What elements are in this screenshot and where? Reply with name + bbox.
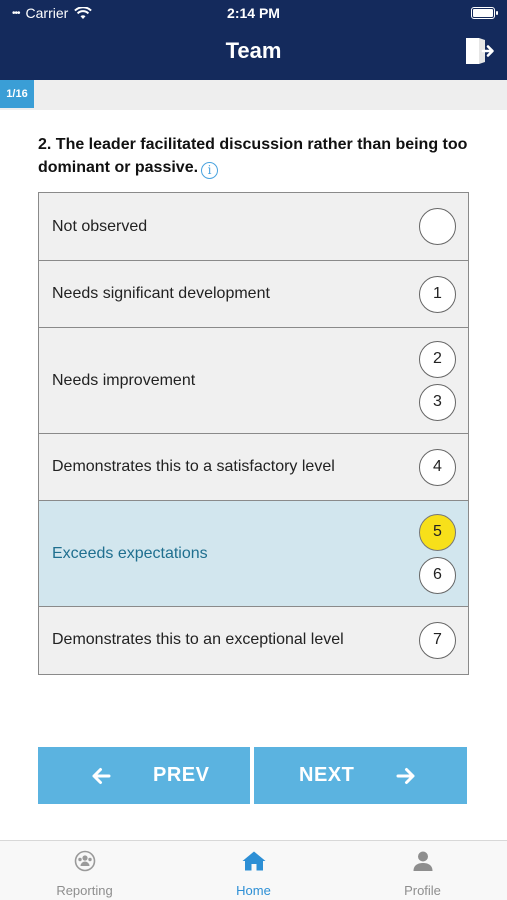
status-time: 2:14 PM bbox=[227, 5, 280, 21]
page-title: Team bbox=[225, 38, 282, 63]
option-label: Needs improvement bbox=[52, 371, 196, 389]
score-group: 1 bbox=[419, 261, 456, 328]
profile-icon bbox=[413, 851, 432, 871]
score-group bbox=[419, 193, 456, 260]
tab-bar: Reporting Home Profile bbox=[0, 840, 507, 900]
score-group: 4 bbox=[419, 434, 456, 501]
next-button[interactable]: NEXT bbox=[254, 747, 467, 804]
arrow-right-icon bbox=[396, 767, 415, 784]
prev-label: PREV bbox=[153, 764, 210, 786]
status-bar: ••• Carrier 2:14 PM bbox=[0, 0, 507, 28]
score-group: 2 3 bbox=[419, 328, 456, 433]
option-label: Needs significant development bbox=[52, 285, 270, 302]
option-not-observed[interactable]: Not observed bbox=[38, 192, 469, 261]
question-text: 2. The leader facilitated discussion rat… bbox=[38, 133, 478, 179]
score-circle-5[interactable]: 5 bbox=[419, 513, 456, 551]
option-exceptional[interactable]: Demonstrates this to an exceptional leve… bbox=[38, 605, 469, 675]
score-circle-1[interactable]: 1 bbox=[419, 275, 456, 313]
option-label: Exceeds expectations bbox=[52, 544, 208, 562]
next-label: NEXT bbox=[299, 764, 355, 786]
tab-home[interactable]: Home bbox=[169, 841, 338, 900]
tab-label: Reporting bbox=[56, 883, 113, 898]
progress-badge: 1/16 bbox=[0, 80, 34, 108]
score-circle-2[interactable]: 2 bbox=[419, 340, 456, 378]
score-circle-none[interactable] bbox=[419, 208, 456, 245]
score-circle-4[interactable]: 4 bbox=[419, 448, 456, 486]
tab-label: Home bbox=[236, 883, 271, 898]
option-label: Demonstrates this to an exceptional leve… bbox=[52, 631, 344, 648]
score-circle-7[interactable]: 7 bbox=[419, 621, 456, 659]
option-satisfactory[interactable]: Demonstrates this to a satisfactory leve… bbox=[38, 432, 469, 502]
reporting-icon bbox=[74, 850, 95, 872]
progress-bar: 1/16 bbox=[0, 80, 507, 110]
score-circle-3[interactable]: 3 bbox=[419, 383, 456, 421]
score-group: 5 6 bbox=[419, 501, 456, 606]
arrow-left-icon bbox=[92, 767, 111, 784]
option-needs-improvement[interactable]: Needs improvement 2 3 bbox=[38, 327, 469, 434]
prev-button[interactable]: PREV bbox=[38, 747, 250, 804]
rating-options: Not observed Needs significant developme… bbox=[38, 192, 469, 675]
option-label: Demonstrates this to a satisfactory leve… bbox=[52, 458, 335, 475]
option-exceeds-expectations[interactable]: Exceeds expectations 5 6 bbox=[38, 500, 469, 607]
app-header: ••• Carrier 2:14 PM Team bbox=[0, 0, 507, 80]
tab-label: Profile bbox=[404, 883, 441, 898]
info-icon[interactable]: i bbox=[201, 162, 219, 179]
logout-icon[interactable] bbox=[463, 36, 495, 66]
home-icon bbox=[242, 851, 265, 871]
option-needs-significant-development[interactable]: Needs significant development 1 bbox=[38, 259, 469, 329]
score-group: 7 bbox=[419, 607, 456, 674]
score-circle-6[interactable]: 6 bbox=[419, 556, 456, 594]
tab-reporting[interactable]: Reporting bbox=[0, 841, 169, 900]
tab-profile[interactable]: Profile bbox=[338, 841, 507, 900]
question-label: 2. The leader facilitated discussion rat… bbox=[38, 136, 468, 176]
option-label: Not observed bbox=[52, 217, 148, 235]
battery-icon bbox=[471, 7, 498, 19]
